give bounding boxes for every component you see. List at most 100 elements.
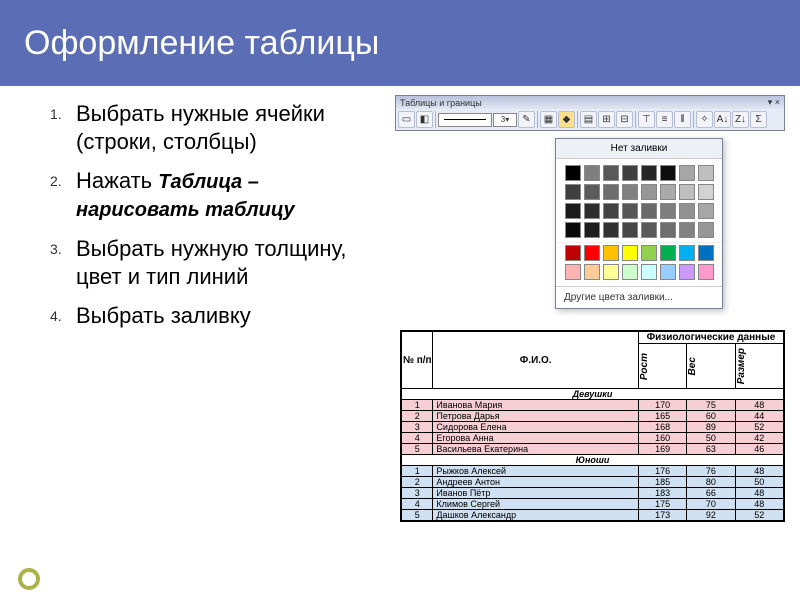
color-swatch[interactable] [641, 264, 657, 280]
eraser-icon[interactable]: ◧ [416, 111, 433, 128]
sort-desc-icon[interactable]: Z↓ [732, 111, 749, 128]
step-4: 4. Выбрать заливку [50, 302, 380, 330]
distribute-rows-icon[interactable]: ≡ [656, 111, 673, 128]
color-swatch[interactable] [565, 245, 581, 261]
color-swatch[interactable] [622, 165, 638, 181]
color-swatch[interactable] [622, 222, 638, 238]
color-swatch[interactable] [679, 184, 695, 200]
table-row: 2Петрова Дарья1656044 [402, 411, 784, 422]
color-swatch[interactable] [698, 203, 714, 219]
line-style-select[interactable] [438, 113, 492, 127]
table-row: 2Андреев Антон1858050 [402, 477, 784, 488]
color-swatch[interactable] [660, 165, 676, 181]
color-swatch[interactable] [698, 165, 714, 181]
color-swatch[interactable] [660, 245, 676, 261]
step-1: 1. Выбрать нужные ячейки (строки, столбц… [50, 100, 380, 155]
color-swatch[interactable] [698, 184, 714, 200]
color-palette-standard [556, 242, 722, 286]
autosum-icon[interactable]: Σ [750, 111, 767, 128]
table-row: 3Иванов Пётр1836648 [402, 488, 784, 499]
color-swatch[interactable] [660, 222, 676, 238]
color-swatch[interactable] [660, 203, 676, 219]
insert-table-icon[interactable]: ▤ [580, 111, 597, 128]
toolbar-title: Таблицы и границы [400, 98, 482, 108]
split-cells-icon[interactable]: ⊟ [616, 111, 633, 128]
col-size: Размер [735, 344, 783, 389]
sort-asc-icon[interactable]: A↓ [714, 111, 731, 128]
color-swatch[interactable] [603, 203, 619, 219]
color-palette-grays [556, 159, 722, 242]
step-prefix: Нажать [76, 168, 158, 193]
col-height: Рост [638, 344, 686, 389]
pen-color-icon[interactable]: ✎ [518, 111, 535, 128]
distribute-cols-icon[interactable]: ⦀ [674, 111, 691, 128]
draw-table-icon[interactable]: ▭ [398, 111, 415, 128]
color-swatch[interactable] [584, 203, 600, 219]
color-swatch[interactable] [679, 203, 695, 219]
color-swatch[interactable] [584, 165, 600, 181]
color-swatch[interactable] [679, 165, 695, 181]
step-text: Выбрать нужную толщину, цвет и тип линий [76, 236, 346, 289]
color-swatch[interactable] [679, 264, 695, 280]
color-swatch[interactable] [565, 165, 581, 181]
color-swatch[interactable] [641, 222, 657, 238]
color-swatch[interactable] [622, 184, 638, 200]
col-fio: Ф.И.О. [433, 332, 639, 389]
color-swatch[interactable] [698, 264, 714, 280]
color-swatch[interactable] [622, 203, 638, 219]
color-swatch[interactable] [603, 245, 619, 261]
color-swatch[interactable] [679, 245, 695, 261]
line-weight-select[interactable]: 3▾ [493, 113, 517, 127]
decorative-bullet [18, 568, 40, 590]
no-fill-option[interactable]: Нет заливки [556, 139, 722, 159]
color-swatch[interactable] [584, 184, 600, 200]
step-3: 3. Выбрать нужную толщину, цвет и тип ли… [50, 235, 380, 290]
autoformat-icon[interactable]: ✧ [696, 111, 713, 128]
color-swatch[interactable] [603, 264, 619, 280]
tables-borders-toolbar: Таблицы и границы ▾ × ▭ ◧ 3▾ ✎ ▦ ◆ ▤ ⊞ ⊟… [395, 95, 785, 131]
border-icon[interactable]: ▦ [540, 111, 557, 128]
step-number: 3. [50, 235, 62, 259]
color-swatch[interactable] [660, 184, 676, 200]
color-swatch[interactable] [584, 264, 600, 280]
color-swatch[interactable] [641, 245, 657, 261]
color-swatch[interactable] [603, 184, 619, 200]
color-swatch[interactable] [565, 203, 581, 219]
color-swatch[interactable] [641, 203, 657, 219]
color-swatch[interactable] [641, 165, 657, 181]
color-swatch[interactable] [565, 222, 581, 238]
section-girls: Девушки [402, 389, 784, 400]
color-swatch[interactable] [660, 264, 676, 280]
more-fill-colors[interactable]: Другие цвета заливки... [556, 286, 722, 308]
slide-title-band: Оформление таблицы [0, 0, 800, 86]
step-number: 4. [50, 302, 62, 326]
color-swatch[interactable] [584, 245, 600, 261]
table-row: 4Егорова Анна1605042 [402, 433, 784, 444]
color-swatch[interactable] [565, 184, 581, 200]
fill-color-icon[interactable]: ◆ [558, 111, 575, 128]
step-number: 1. [50, 100, 62, 124]
color-swatch[interactable] [698, 222, 714, 238]
color-swatch[interactable] [641, 184, 657, 200]
color-swatch[interactable] [622, 245, 638, 261]
color-swatch[interactable] [622, 264, 638, 280]
table-row: 1Иванова Мария1707548 [402, 400, 784, 411]
align-top-icon[interactable]: ⊤ [638, 111, 655, 128]
col-number: № п/п [402, 332, 433, 389]
color-swatch[interactable] [584, 222, 600, 238]
color-swatch[interactable] [565, 264, 581, 280]
col-weight: Вес [687, 344, 735, 389]
close-icon[interactable]: ▾ × [768, 97, 780, 108]
table-row: 5Васильева Екатерина1696346 [402, 444, 784, 455]
color-swatch[interactable] [603, 165, 619, 181]
merge-cells-icon[interactable]: ⊞ [598, 111, 615, 128]
table-row: 3Сидорова Елена1688952 [402, 422, 784, 433]
color-swatch[interactable] [603, 222, 619, 238]
color-swatch[interactable] [698, 245, 714, 261]
color-swatch[interactable] [679, 222, 695, 238]
section-boys: Юноши [402, 455, 784, 466]
step-text: Выбрать заливку [76, 303, 251, 328]
table-row: 4Климов Сергей1757048 [402, 499, 784, 510]
table-row: 5Дашков Александр1739252 [402, 510, 784, 521]
step-2: 2. Нажать Таблица – нарисовать таблицу [50, 167, 380, 223]
